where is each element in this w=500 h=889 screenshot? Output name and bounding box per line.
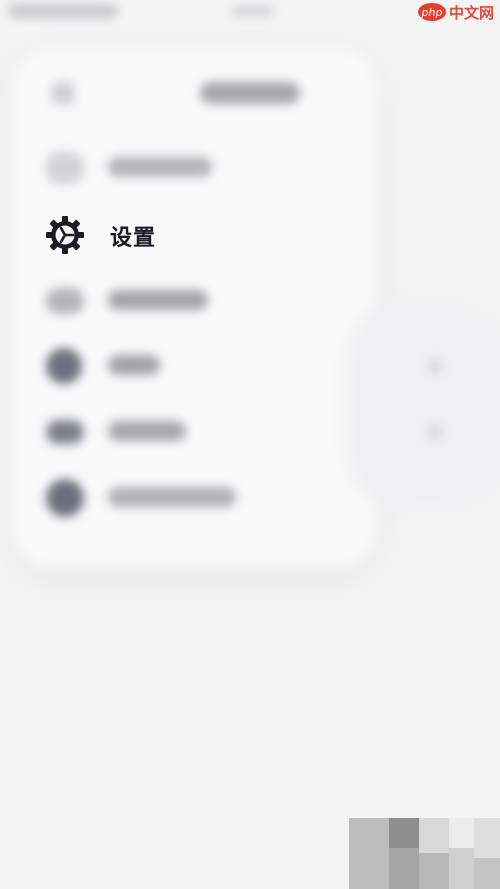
status-left-text	[8, 4, 118, 18]
menu-item-1[interactable]	[0, 142, 380, 192]
menu-item-6[interactable]	[0, 472, 380, 522]
php-watermark-logo: php 中文网	[417, 0, 494, 24]
status-center-text	[232, 5, 274, 17]
php-logo-oval: php	[417, 3, 446, 21]
folder-icon	[46, 420, 84, 444]
menu-item-3[interactable]	[0, 275, 380, 325]
settings-label: 设置	[110, 226, 157, 251]
pixelated-thumbnail	[349, 818, 500, 889]
menu-item-1-label	[108, 157, 212, 177]
menu-item-3-label	[108, 290, 208, 310]
menu-title	[200, 82, 300, 104]
chevron-right-icon[interactable]	[428, 425, 442, 439]
circle-icon	[46, 479, 84, 517]
circle-icon	[46, 348, 82, 384]
php-site-text: 中文网	[448, 3, 494, 22]
menu-item-4[interactable]	[0, 340, 380, 390]
menu-header	[0, 70, 380, 118]
phone-icon	[46, 152, 84, 184]
menu-item-6-label	[108, 487, 236, 507]
chevron-right-icon[interactable]	[428, 359, 442, 373]
card-icon	[46, 288, 84, 314]
back-button[interactable]	[52, 82, 74, 104]
menu-item-5[interactable]	[0, 406, 380, 456]
gear-icon	[46, 216, 84, 254]
menu-item-4-label	[108, 355, 160, 375]
menu-item-settings[interactable]: 设置	[30, 208, 330, 260]
menu-item-5-label	[108, 421, 186, 441]
